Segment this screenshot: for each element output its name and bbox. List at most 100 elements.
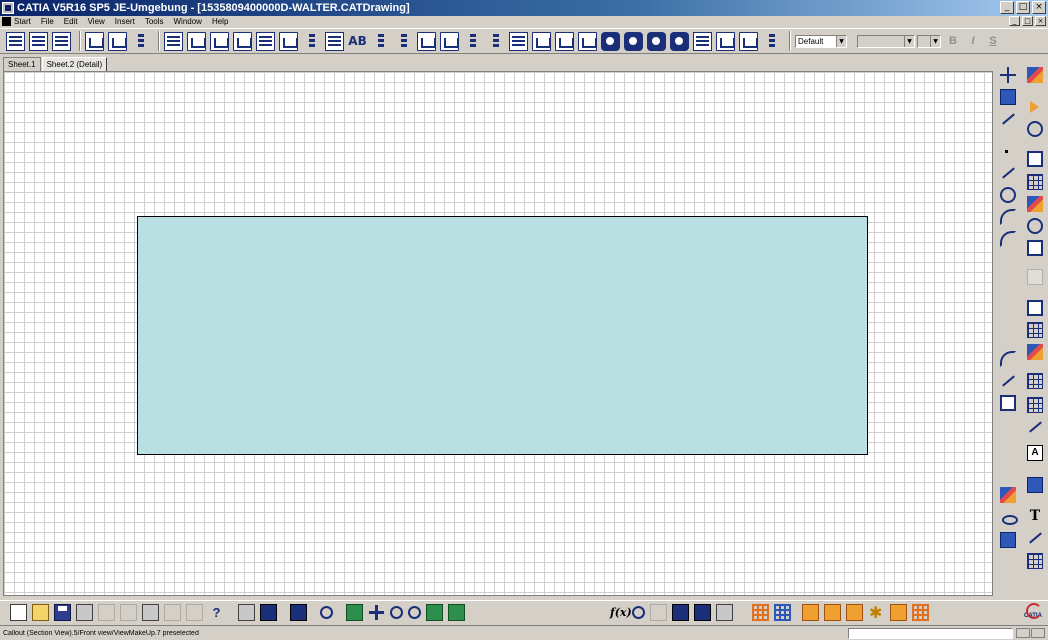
analysis-display-icon[interactable] [846,604,863,621]
new-sheet-icon[interactable] [1027,300,1043,316]
doc-close-button[interactable]: × [1035,16,1046,26]
formula-icon[interactable]: f(x) [610,604,632,621]
font-size-combo[interactable]: ▼ [917,34,941,48]
menu-start[interactable]: Start [14,17,31,26]
underline-button[interactable]: S [985,33,1001,49]
analysis-display-mode-icon[interactable] [1027,67,1043,83]
menu-insert[interactable]: Insert [115,17,135,26]
snap-to-point-icon[interactable] [1000,67,1016,83]
corner-icon[interactable] [1000,351,1016,367]
balloon-icon[interactable] [578,31,597,51]
show-grid-icon[interactable] [912,604,929,621]
menu-tools[interactable]: Tools [145,17,164,26]
status-button-1[interactable] [1016,628,1030,638]
pan-icon[interactable] [368,604,385,621]
spline-icon[interactable] [1000,231,1016,247]
sketch-grid-icon[interactable] [774,604,791,621]
view-from-3d-icon[interactable] [108,31,127,51]
symmetry-icon[interactable] [1000,373,1016,389]
clipping-view-icon[interactable] [1027,196,1043,212]
document-menu-icon[interactable] [2,17,11,26]
line-icon[interactable] [1000,165,1016,181]
view-from-3d-icon[interactable] [1027,151,1043,167]
tab-sheet-1[interactable]: Sheet.1 [3,57,41,71]
zoom-in-icon[interactable] [390,606,403,619]
table-tool-icon[interactable] [1027,477,1043,493]
front-view-icon[interactable] [164,31,183,51]
circle-icon[interactable] [1000,187,1016,203]
dimension-system-selection-icon[interactable] [890,604,907,621]
drawing-canvas[interactable] [3,71,993,596]
page-setup-icon[interactable] [238,604,255,621]
menu-view[interactable]: View [88,17,105,26]
update-current-sheet-icon[interactable] [601,31,620,51]
broken-view-icon[interactable] [325,31,344,51]
power-input-field[interactable] [848,628,1013,639]
chamfer-dimension-icon[interactable] [394,32,413,51]
maximize-button[interactable]: □ [1016,1,1030,14]
whats-this-help-icon[interactable]: ? [208,604,225,621]
refresh-icon[interactable] [320,606,333,619]
snap-to-point-icon[interactable] [868,603,885,622]
section-view-icon[interactable] [233,31,252,51]
clipping-view-icon[interactable] [302,32,321,51]
detail-view-icon[interactable] [279,31,298,51]
comment-icon[interactable] [632,606,645,619]
project-3d-elements-icon[interactable] [1000,395,1016,411]
properties-icon[interactable] [260,604,277,621]
dimensions-icon[interactable] [1027,373,1043,389]
select-arrow-icon[interactable] [1027,100,1043,116]
breakout-view-icon[interactable] [1027,218,1043,234]
doc-restore-button[interactable]: □ [1022,16,1033,26]
menu-help[interactable]: Help [212,17,228,26]
section-cut-icon[interactable] [256,31,275,51]
chevron-down-icon[interactable]: ▼ [904,35,914,47]
print-icon[interactable] [76,604,93,621]
generate-dimensions-icon[interactable] [131,32,150,51]
bill-of-material-icon[interactable] [716,31,735,51]
new-detail-icon[interactable] [1027,322,1043,338]
filter-generated-elements-icon[interactable] [824,604,841,621]
offset-section-view-icon[interactable] [1027,174,1043,190]
new-document-icon[interactable] [10,604,27,621]
menu-file[interactable]: File [41,17,54,26]
catalog-browser-icon[interactable] [716,604,733,621]
geometric-tolerance-icon[interactable] [509,31,528,51]
sheet-background-icon[interactable] [290,604,307,621]
chevron-down-icon[interactable]: ▼ [836,35,846,47]
coordinate-dimension-icon[interactable] [440,31,459,51]
font-name-combo[interactable]: ▼ [857,34,915,48]
leader-line-icon[interactable] [1027,530,1043,546]
law-icon[interactable] [694,604,711,621]
paste-icon[interactable] [142,604,159,621]
update-all-views-icon[interactable] [624,31,643,51]
text-frame-icon[interactable]: A [1027,445,1043,461]
open-folder-icon[interactable] [32,604,49,621]
roughness-symbol-icon[interactable] [532,31,551,51]
datum-feature-icon[interactable] [486,32,505,51]
table-icon[interactable] [693,31,712,51]
view-properties-icon[interactable] [1000,487,1016,503]
snap-grid-icon[interactable] [752,604,769,621]
wizard-view-icon[interactable] [1027,240,1043,256]
fit-all-in-icon[interactable] [346,604,363,621]
point-icon[interactable] [1005,150,1008,153]
status-button-2[interactable] [1031,628,1045,638]
text-properties-icon[interactable] [762,32,781,51]
sketch-tools-icon[interactable] [1000,89,1016,105]
catia-app-icon[interactable] [2,2,14,14]
frame-title-block-icon[interactable] [739,31,758,51]
new-sheet-icon[interactable] [6,31,25,51]
rotate-icon[interactable] [1027,121,1043,137]
thread-dimension-icon[interactable] [417,31,436,51]
normal-view-icon[interactable] [448,604,465,621]
axis-line-icon[interactable] [1027,419,1043,435]
welding-symbol-icon[interactable] [555,31,574,51]
close-button[interactable]: × [1032,1,1046,14]
instantiate-2d-icon[interactable] [1027,344,1043,360]
minimize-button[interactable]: _ [1000,1,1014,14]
new-detail-sheet-icon[interactable] [29,31,48,51]
zoom-out-icon[interactable] [408,606,421,619]
doc-minimize-button[interactable]: _ [1009,16,1020,26]
hole-dimension-table-icon[interactable] [463,32,482,51]
